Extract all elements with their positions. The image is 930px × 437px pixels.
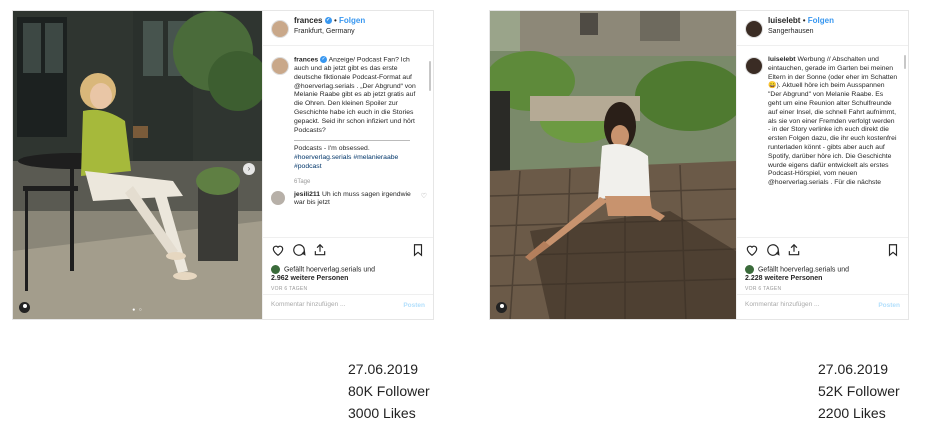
follow-button[interactable]: Folgen (808, 16, 834, 25)
commenter-avatar[interactable] (271, 190, 285, 205)
post-username[interactable]: frances ✓ • Folgen (294, 16, 365, 25)
post-time-ago: VOR 6 TAGEN (271, 286, 308, 292)
caption-text: frances ✓ Anzeige/ Podcast Fan? Ich auch… (271, 56, 427, 209)
post-time-ago: VOR 6 TAGEN (745, 286, 782, 292)
stats-date: 27.06.2019 (348, 361, 419, 377)
post-photo[interactable]: › ● ○ (13, 11, 262, 319)
actions-divider (737, 237, 908, 239)
action-bar (745, 243, 900, 259)
stats-followers: 80K Follower (348, 383, 430, 399)
post-username[interactable]: luiselebt • Folgen (768, 16, 834, 25)
chevron-right-icon[interactable]: › (243, 163, 255, 175)
post-panel: frances ✓ • Folgen Frankfurt, Germany fr… (262, 11, 433, 319)
stats-followers: 52K Follower (818, 383, 900, 399)
liked-by-text: Gefällt hoerverlag.serials und (757, 266, 850, 273)
carousel-dots: ● ○ (132, 307, 143, 313)
avatar[interactable] (745, 20, 763, 38)
post-comment-button[interactable]: Posten (403, 302, 425, 309)
verified-badge-icon: ✓ (324, 17, 332, 25)
bookmark-icon[interactable] (886, 243, 900, 257)
stats-likes: 2200 Likes (818, 405, 886, 421)
add-comment-input[interactable] (743, 300, 867, 309)
follow-button[interactable]: Folgen (339, 16, 365, 25)
photo-woman-at-cafe (13, 11, 262, 319)
likes-summary[interactable]: Gefällt hoerverlag.serials und 2.228 wei… (745, 264, 900, 283)
instagram-post-luiselebt: luiselebt • Folgen Sangerhausen luiseleb… (489, 10, 909, 320)
stats-block-1: 27.06.2019 80K Follower 3000 Likes (348, 358, 430, 424)
photo-woman-in-garden (490, 11, 736, 319)
avatar[interactable] (271, 20, 289, 38)
verified-badge-icon: ✓ (320, 56, 328, 63)
action-bar (271, 243, 425, 259)
username-text[interactable]: frances (294, 16, 322, 25)
bookmark-icon[interactable] (411, 243, 425, 257)
caption-scrollbar[interactable] (904, 55, 906, 69)
caption-text: luiselebt Werbung // Abschalten und eint… (768, 56, 898, 188)
likes-summary[interactable]: Gefällt hoerverlag.serials und 2.962 wei… (271, 264, 425, 283)
comment-username[interactable]: jesili211 (294, 191, 320, 198)
location-link[interactable]: Sangerhausen (768, 28, 814, 35)
location-link[interactable]: Frankfurt, Germany (294, 28, 355, 35)
share-icon[interactable] (787, 243, 801, 257)
heart-icon[interactable] (745, 243, 759, 257)
liker-avatar (271, 264, 280, 274)
comment-item: jesili211 Uh ich muss sagen irgendwie wa… (271, 190, 427, 209)
post-comment-button[interactable]: Posten (878, 302, 900, 309)
caption-avatar[interactable] (745, 57, 763, 75)
liker-avatar (745, 264, 754, 274)
post-photo[interactable] (490, 11, 736, 319)
stats-date: 27.06.2019 (818, 361, 889, 377)
caption-body: Werbung // Abschalten und eintauchen, ge… (768, 56, 898, 187)
caption-extra: Podcasts - I'm obsessed. (294, 145, 370, 153)
comment-icon[interactable] (766, 243, 780, 257)
caption-divider (294, 140, 411, 142)
post-header: luiselebt • Folgen Sangerhausen (737, 11, 908, 46)
caption-avatar[interactable] (271, 57, 289, 75)
caption-username[interactable]: luiselebt (768, 56, 796, 63)
liked-by-text: Gefällt hoerverlag.serials und (283, 266, 376, 273)
share-icon[interactable] (313, 243, 327, 257)
user-tag-icon[interactable] (496, 302, 507, 313)
liked-count[interactable]: 2.962 weitere Personen (271, 275, 348, 282)
post-header: frances ✓ • Folgen Frankfurt, Germany (263, 11, 433, 46)
instagram-post-frances: › ● ○ frances ✓ • Folgen Frankfurt, Germ… (12, 10, 434, 320)
caption-scrollbar[interactable] (429, 61, 431, 91)
caption-area: luiselebt Werbung // Abschalten und eint… (737, 51, 908, 239)
caption-area: frances ✓ Anzeige/ Podcast Fan? Ich auch… (263, 51, 433, 239)
add-comment-input[interactable] (269, 300, 393, 309)
user-tag-icon[interactable] (19, 302, 30, 313)
caption-username[interactable]: frances (294, 56, 318, 63)
caption-body: Anzeige/ Podcast Fan? Ich auch und ab je… (294, 56, 416, 134)
caption-hashtags[interactable]: #hoerverlag.serials #melanieraabe #podca… (294, 154, 423, 172)
stats-likes: 3000 Likes (348, 405, 416, 421)
add-comment-bar: Posten (263, 294, 433, 319)
actions-divider (263, 237, 433, 239)
caption-time: 6Tage (294, 178, 311, 185)
comment-icon[interactable] (292, 243, 306, 257)
add-comment-bar: Posten (737, 294, 908, 319)
username-text[interactable]: luiselebt (768, 16, 800, 25)
heart-icon[interactable] (271, 243, 285, 257)
comment-like-heart-icon[interactable]: ♡ (421, 193, 427, 202)
liked-count[interactable]: 2.228 weitere Personen (745, 275, 822, 282)
stats-block-2: 27.06.2019 52K Follower 2200 Likes (818, 358, 900, 424)
post-panel: luiselebt • Folgen Sangerhausen luiseleb… (736, 11, 908, 319)
